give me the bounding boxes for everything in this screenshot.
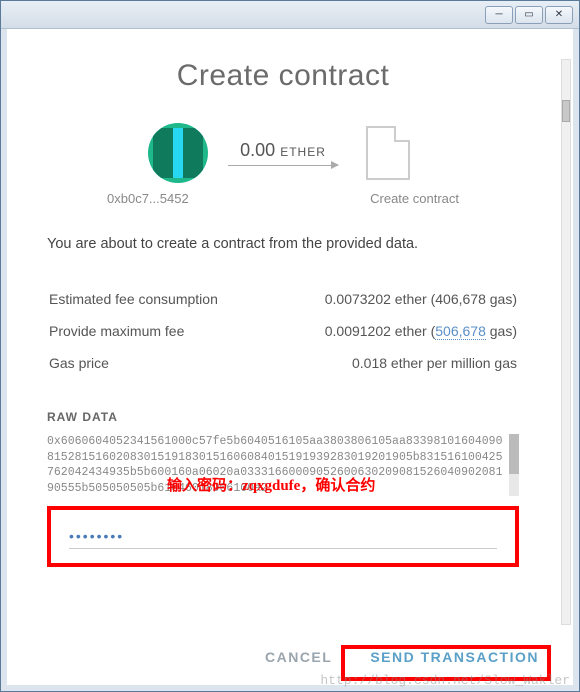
- close-button[interactable]: ✕: [545, 6, 573, 24]
- arrow-icon: [228, 165, 338, 166]
- transfer-row: 0.00 ETHER: [47, 123, 519, 183]
- gas-price-value: 0.018 ether per million gas: [269, 348, 517, 378]
- amount-value: 0.00: [240, 140, 275, 160]
- max-fee-label: Provide maximum fee: [49, 316, 267, 346]
- notice-text: You are about to create a contract from …: [47, 236, 519, 252]
- raw-data-box: 0x6060604052341561000c57fe5b6040516105aa…: [47, 434, 519, 496]
- estimated-fee-value: 0.0073202 ether (406,678 gas): [269, 284, 517, 314]
- watermark: http://blog.csdn.net/Slow_Wakler: [320, 673, 570, 688]
- raw-scrollbar-thumb[interactable]: [509, 434, 519, 474]
- sender-address: 0xb0c7...5452: [107, 191, 189, 206]
- app-window: ─ ▭ ✕ Create contract 0.00 ETHER: [0, 0, 580, 692]
- identicon-icon: [153, 128, 203, 178]
- estimated-fee-label: Estimated fee consumption: [49, 284, 267, 314]
- address-labels: 0xb0c7...5452 Create contract: [47, 191, 519, 206]
- password-highlight-box: [47, 506, 519, 567]
- minimize-button[interactable]: ─: [485, 6, 513, 24]
- sender-avatar: [148, 123, 208, 183]
- gas-link[interactable]: 506,678: [435, 323, 486, 340]
- cancel-button[interactable]: CANCEL: [261, 641, 336, 673]
- recipient-label: Create contract: [370, 191, 459, 206]
- maximize-button[interactable]: ▭: [515, 6, 543, 24]
- annotation-text: 输入密码：zqxgdufe，确认合约: [167, 476, 375, 496]
- content: Create contract 0.00 ETHER 0xb0c7...: [7, 29, 573, 685]
- max-fee-value: 0.0091202 ether (506,678 gas): [269, 316, 517, 346]
- gas-price-label: Gas price: [49, 348, 267, 378]
- document-icon: [366, 126, 410, 180]
- raw-data-label: RAW DATA: [47, 410, 519, 424]
- fee-table: Estimated fee consumption 0.0073202 ethe…: [47, 282, 519, 380]
- password-input[interactable]: [69, 524, 497, 549]
- raw-scrollbar[interactable]: [509, 434, 519, 496]
- vertical-scrollbar[interactable]: [561, 59, 571, 625]
- page-title: Create contract: [47, 59, 519, 93]
- titlebar: ─ ▭ ✕: [1, 1, 579, 29]
- scrollbar-thumb[interactable]: [562, 100, 570, 122]
- amount-unit: ETHER: [280, 145, 326, 159]
- amount-arrow: 0.00 ETHER: [228, 140, 338, 166]
